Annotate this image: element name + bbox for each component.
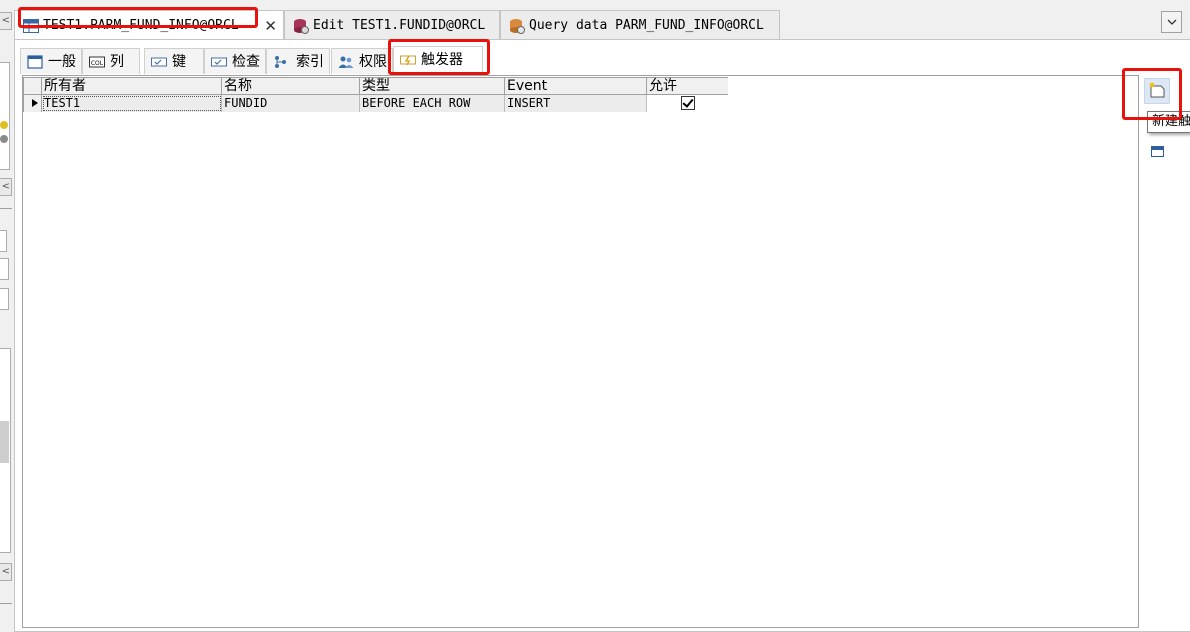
triggers-panel <box>22 75 1139 628</box>
general-icon <box>27 55 43 69</box>
divider <box>0 208 12 209</box>
gear-icon <box>0 135 8 143</box>
checks-icon <box>211 57 227 67</box>
window-icon[interactable] <box>1151 146 1164 157</box>
table-icon <box>23 19 39 33</box>
cell-owner[interactable]: TEST1 <box>42 95 222 112</box>
left-input[interactable] <box>0 230 7 252</box>
tab-label: TEST1.PARM_FUND_INFO@ORCL <box>43 18 239 33</box>
tab-label: 权限 <box>359 54 387 70</box>
tab-label: 检查 <box>232 54 260 70</box>
document-tab-bar: TEST1.PARM_FUND_INFO@ORCL ✕ Edit TEST1.F… <box>14 10 1190 40</box>
tab-triggers[interactable]: 触发器 <box>393 46 483 74</box>
new-trigger-icon <box>1149 82 1165 98</box>
left-list-box <box>0 62 10 170</box>
left-dropdown-2[interactable] <box>0 288 9 310</box>
chevron-down-icon <box>1167 19 1176 25</box>
tab-label: 触发器 <box>421 52 463 68</box>
tab-label: Query data PARM_FUND_INFO@ORCL <box>529 18 764 33</box>
cell-event[interactable]: INSERT <box>505 95 647 112</box>
query-data-icon <box>510 19 525 34</box>
columns-icon: COL <box>89 56 105 68</box>
tab-keys[interactable]: 键 <box>144 48 204 74</box>
triggers-icon <box>400 55 416 66</box>
tab-columns[interactable]: COL 列 <box>82 48 140 74</box>
close-icon[interactable]: ✕ <box>264 11 277 41</box>
cell-type[interactable]: BEFORE EACH ROW <box>360 95 505 112</box>
left-scrollbar[interactable] <box>0 348 11 553</box>
tab-query-data[interactable]: Query data PARM_FUND_INFO@ORCL <box>500 10 780 40</box>
tab-label: 键 <box>172 54 186 70</box>
tab-indexes[interactable]: 索引 <box>266 48 330 74</box>
svg-text:COL: COL <box>91 60 104 67</box>
privileges-icon <box>338 56 354 68</box>
tab-list-dropdown[interactable] <box>1161 11 1182 33</box>
tab-general[interactable]: 一般 <box>20 48 82 74</box>
column-header-name[interactable]: 名称 <box>222 78 360 95</box>
sequence-edit-icon <box>294 19 309 34</box>
tab-table-parm-fund-info[interactable]: TEST1.PARM_FUND_INFO@ORCL ✕ <box>14 10 284 40</box>
scrollbar-thumb[interactable] <box>0 421 9 463</box>
divider-bottom <box>0 603 12 604</box>
column-header-event[interactable]: Event <box>505 78 647 95</box>
bulb-icon <box>0 121 8 129</box>
new-trigger-button[interactable] <box>1144 78 1170 104</box>
column-header-type[interactable]: 类型 <box>360 78 505 95</box>
column-header-enabled[interactable]: 允许 <box>647 78 728 95</box>
indexes-icon <box>275 56 286 68</box>
keys-icon <box>151 57 167 67</box>
row-indicator[interactable] <box>24 95 42 112</box>
collapse-button[interactable]: < <box>0 12 12 30</box>
tab-label: 列 <box>110 54 124 70</box>
cell-name[interactable]: FUNDID <box>222 95 360 112</box>
tab-label: 一般 <box>48 54 76 70</box>
triggers-grid[interactable]: 所有者 名称 类型 Event 允许 TEST1 FUNDID BEFORE E… <box>23 77 728 112</box>
enabled-checkbox[interactable] <box>681 96 695 110</box>
left-button-bottom[interactable]: < <box>0 563 12 581</box>
tooltip: 新建触 <box>1147 111 1190 133</box>
left-dropdown[interactable] <box>0 258 9 280</box>
left-side-panel: < < < <box>0 0 12 632</box>
tab-label: 索引 <box>296 54 324 70</box>
tab-privileges[interactable]: 权限 <box>331 48 393 74</box>
tab-edit-fundid[interactable]: Edit TEST1.FUNDID@ORCL <box>284 10 500 40</box>
left-button[interactable]: < <box>0 178 12 196</box>
cell-enabled[interactable] <box>647 95 728 112</box>
column-header-owner[interactable]: 所有者 <box>42 78 222 95</box>
tab-checks[interactable]: 检查 <box>204 48 266 74</box>
grid-corner <box>24 78 42 95</box>
tab-label: Edit TEST1.FUNDID@ORCL <box>313 18 486 33</box>
